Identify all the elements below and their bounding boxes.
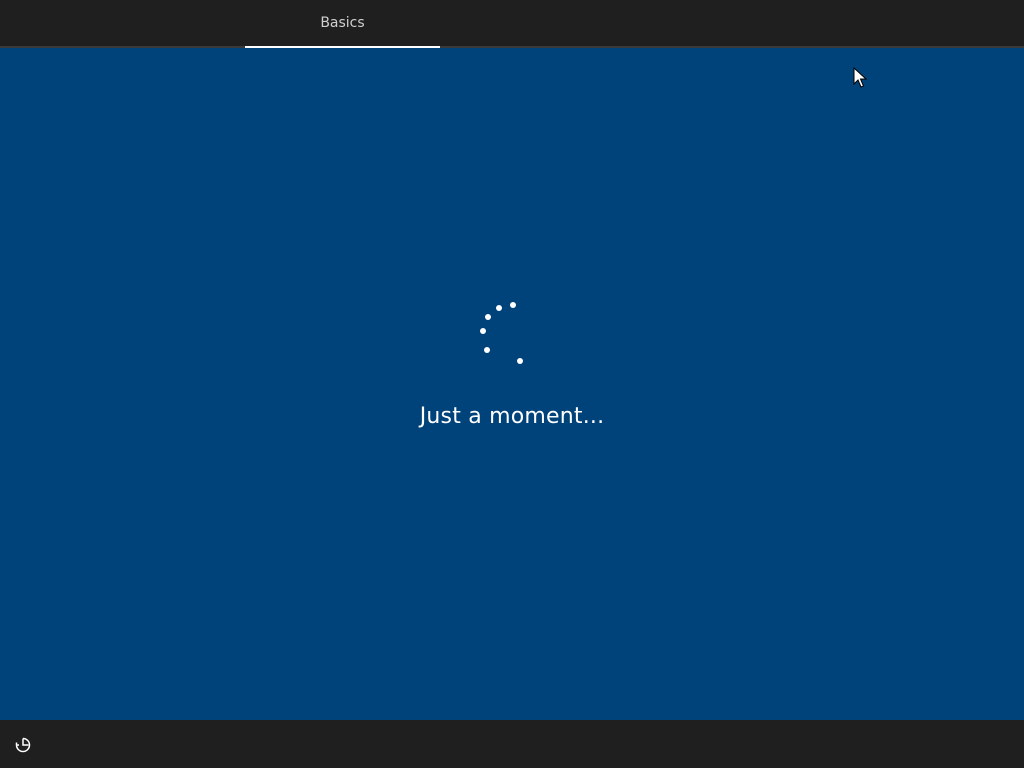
spinner-dot [484,347,490,353]
ease-of-access-icon [15,737,31,753]
top-navigation-bar: Basics [0,0,1024,48]
ease-of-access-button[interactable] [10,733,36,757]
spinner-dot [480,328,486,334]
loading-spinner-icon [480,302,523,364]
status-message: Just a moment... [419,404,605,429]
tab-basics[interactable]: Basics [245,0,440,48]
spinner-dot [517,358,523,364]
spinner-dot [485,314,491,320]
spinner-dot [510,302,516,308]
tab-basics-label: Basics [320,15,365,31]
main-content-area: Just a moment... [0,48,1024,720]
spinner-dot [496,305,502,311]
bottom-bar [0,720,1024,768]
